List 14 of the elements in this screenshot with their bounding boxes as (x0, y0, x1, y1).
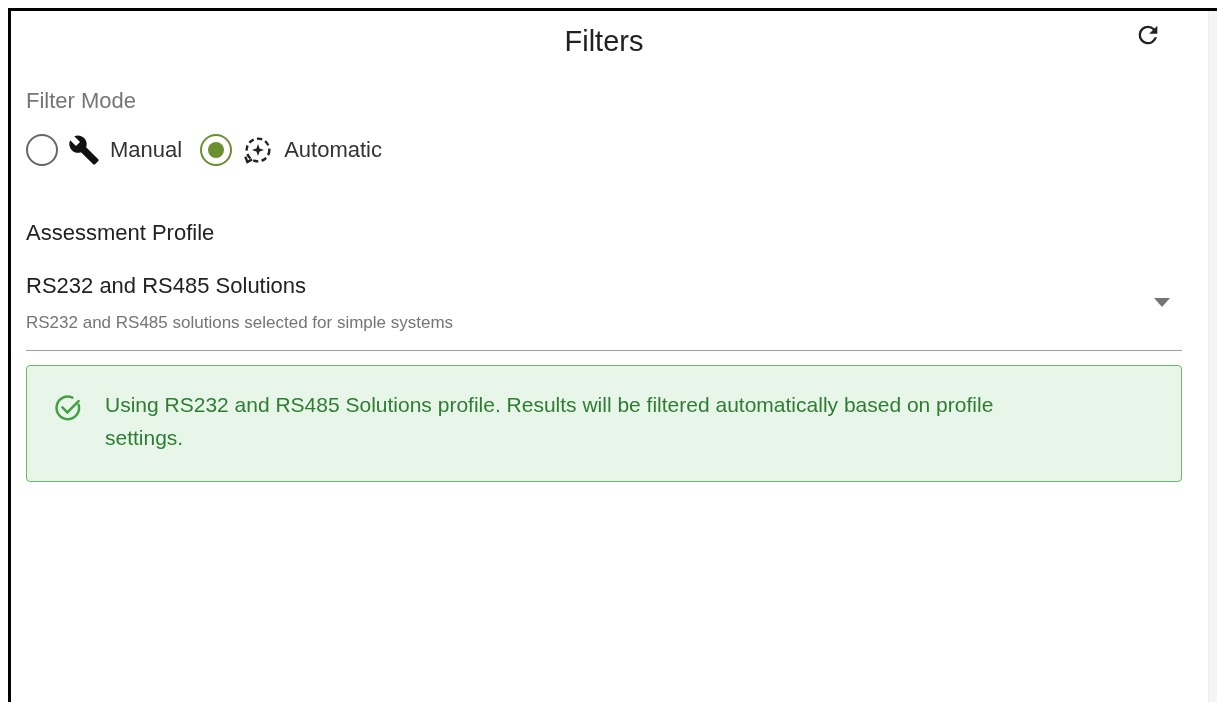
select-value: RS232 and RS485 Solutions (26, 272, 308, 300)
radio-circle[interactable] (200, 133, 233, 166)
check-circle-icon (53, 392, 83, 423)
alert-message: Using RS232 and RS485 Solutions profile. Results will be filtered automatically based on profile settings. (105, 391, 995, 452)
section-label: Assessment Profile (26, 219, 216, 247)
panel-title: Filters (564, 27, 644, 56)
profile-select[interactable]: RS232 and RS485 Solutions RS232 and RS485 solutions selected for simple systems (26, 269, 1182, 351)
field-label: Filter Mode (26, 87, 138, 115)
radio-circle[interactable] (26, 133, 58, 166)
dropdown-caret-icon (1154, 297, 1170, 307)
wrench-icon (68, 133, 100, 166)
radio-option[interactable]: Automatic (200, 133, 382, 166)
radio-option[interactable]: Manual (26, 133, 183, 166)
select-description: RS232 and RS485 solutions selected for simple systems (26, 312, 455, 334)
